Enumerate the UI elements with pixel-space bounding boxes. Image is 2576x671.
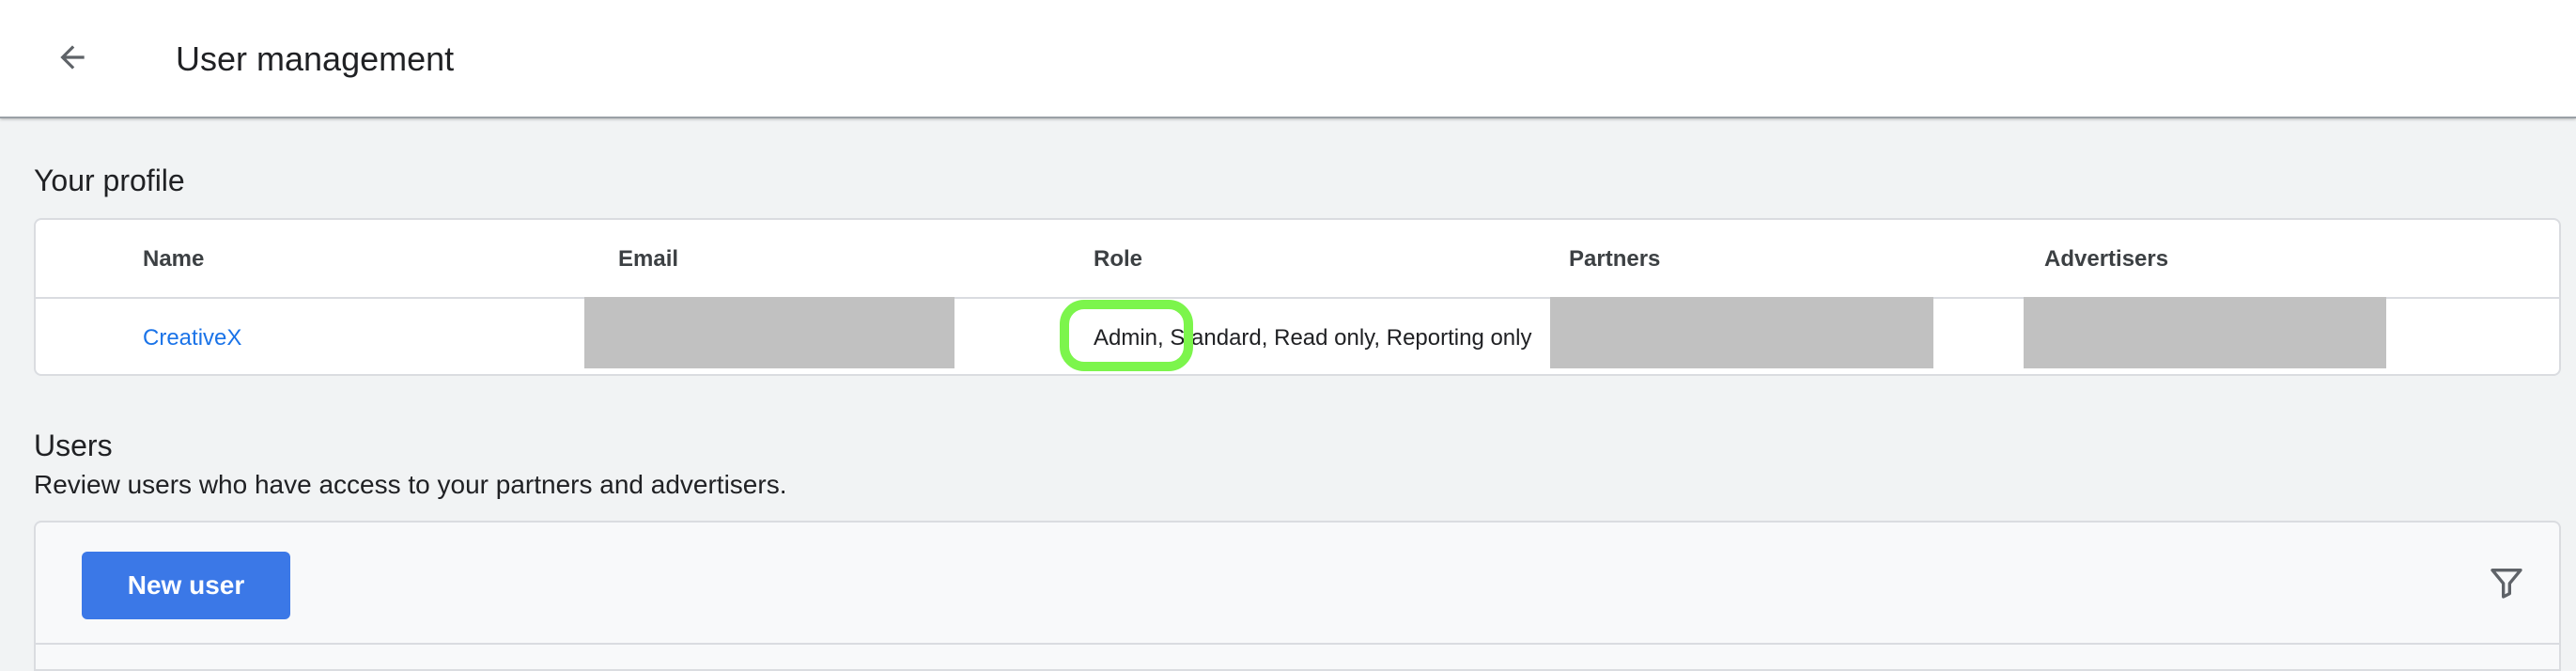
profile-role: Admin, Standard, Read only, Reporting on…	[1094, 325, 1532, 351]
users-description: Review users who have access to your par…	[34, 470, 787, 499]
profile-table-header: Name Email Role Partners Advertisers	[36, 220, 2559, 299]
new-user-button[interactable]: New user	[82, 552, 290, 619]
profile-section-title: Your profile	[34, 164, 185, 197]
profile-name-link[interactable]: CreativeX	[143, 321, 241, 355]
arrow-back-icon	[54, 39, 90, 80]
column-header-advertisers: Advertisers	[2044, 246, 2169, 272]
top-app-bar: User management	[0, 0, 2576, 118]
advertisers-redacted	[2024, 297, 2386, 368]
column-header-partners: Partners	[1569, 246, 1661, 272]
column-header-email: Email	[618, 246, 679, 272]
email-redacted	[584, 297, 954, 368]
filter-icon	[2488, 564, 2525, 606]
table-row: CreativeX Admin, Standard, Read only, Re…	[36, 297, 2559, 378]
profile-table: Name Email Role Partners Advertisers Cre…	[34, 218, 2561, 376]
users-table: New user	[34, 521, 2561, 671]
toolbar-divider	[36, 643, 2559, 645]
filter-button[interactable]	[2482, 560, 2531, 609]
back-button[interactable]	[49, 36, 96, 83]
column-header-name: Name	[143, 246, 205, 272]
partners-redacted	[1550, 297, 1933, 368]
page-title: User management	[176, 39, 455, 78]
column-header-role: Role	[1094, 246, 1143, 272]
users-section-title: Users	[34, 429, 113, 462]
